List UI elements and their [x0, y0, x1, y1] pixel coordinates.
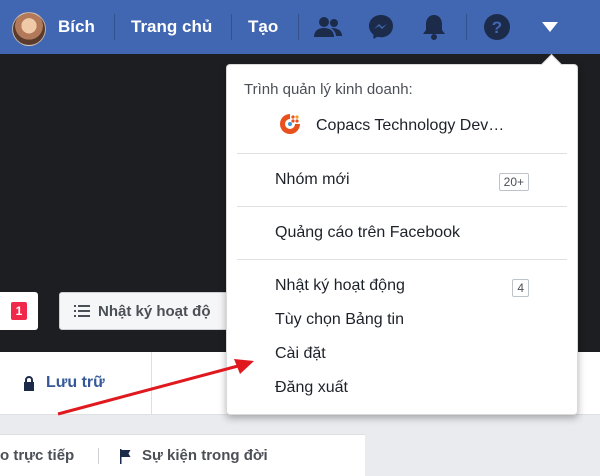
- copacs-logo-icon: [280, 114, 300, 134]
- archive-label: Lưu trữ: [46, 374, 105, 391]
- friends-icon[interactable]: [311, 10, 345, 44]
- composer-actions: o trực tiếp Sự kiện trong đời: [0, 434, 365, 476]
- top-navigation-bar: Bích Trang chủ Tạo ?: [0, 0, 600, 54]
- notification-badge-button[interactable]: 1: [0, 292, 38, 330]
- news-feed-preferences-item[interactable]: Tùy chọn Bảng tin: [275, 311, 404, 329]
- menu-separator: [237, 206, 567, 207]
- divider: [231, 14, 232, 40]
- archive-tab[interactable]: Lưu trữ: [22, 352, 105, 414]
- create-link[interactable]: Tạo: [248, 0, 278, 54]
- logout-item[interactable]: Đăng xuất: [275, 379, 348, 397]
- divider: [98, 448, 99, 464]
- help-icon[interactable]: ?: [480, 10, 514, 44]
- lock-icon: [24, 376, 34, 391]
- menu-separator: [237, 153, 567, 154]
- profile-link[interactable]: Bích: [58, 0, 95, 54]
- avatar[interactable]: [12, 12, 46, 46]
- menu-separator: [237, 259, 567, 260]
- live-video-button[interactable]: o trực tiếp: [0, 435, 74, 476]
- messenger-icon[interactable]: [364, 10, 398, 44]
- activity-log-label: Nhật ký hoạt độ: [98, 302, 211, 320]
- dropdown-caret-icon[interactable]: [533, 10, 567, 44]
- life-event-button[interactable]: Sự kiện trong đời: [118, 435, 268, 476]
- home-link[interactable]: Trang chủ: [131, 0, 212, 54]
- settings-item[interactable]: Cài đặt: [275, 345, 326, 363]
- notifications-icon[interactable]: [417, 10, 451, 44]
- facebook-ads-item[interactable]: Quảng cáo trên Facebook: [275, 224, 460, 242]
- divider: [298, 14, 299, 40]
- flag-icon: [120, 448, 131, 464]
- count-badge: 1: [10, 302, 28, 320]
- activity-log-count: 4: [512, 279, 529, 297]
- new-groups-count: 20+: [498, 173, 529, 191]
- new-groups-item[interactable]: Nhóm mới: [275, 171, 350, 189]
- divider: [114, 14, 115, 40]
- business-heading: Trình quản lý kinh doanh:: [244, 81, 413, 98]
- divider: [466, 14, 467, 40]
- account-dropdown-menu: Trình quản lý kinh doanh: Copacs Technol…: [226, 53, 578, 415]
- life-event-label: Sự kiện trong đời: [142, 447, 268, 464]
- svg-text:?: ?: [492, 18, 502, 37]
- divider: [151, 352, 152, 414]
- business-page-item[interactable]: Copacs Technology Dev…: [316, 117, 504, 135]
- activity-log-item[interactable]: Nhật ký hoạt động: [275, 277, 405, 295]
- list-icon: [74, 305, 90, 317]
